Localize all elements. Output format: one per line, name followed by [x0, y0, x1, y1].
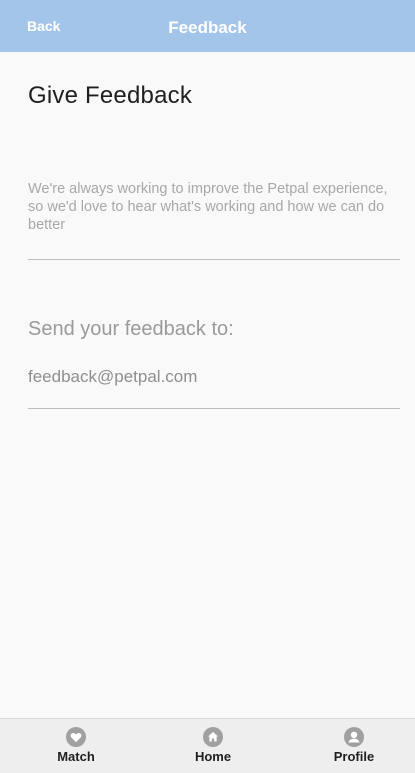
feedback-intro-text: We're always working to improve the Petp…: [28, 181, 388, 233]
page-title: Give Feedback: [28, 82, 193, 109]
tab-profile[interactable]: Profile: [304, 719, 404, 773]
divider: [28, 408, 400, 409]
tab-home[interactable]: Home: [163, 719, 263, 773]
user-icon: [344, 727, 364, 747]
divider: [28, 259, 400, 260]
heart-icon: [66, 727, 86, 747]
home-icon: [203, 727, 223, 747]
back-button[interactable]: Back: [27, 0, 60, 52]
bottom-tab-bar: Match Home Profile: [0, 718, 415, 773]
tab-label: Profile: [333, 749, 375, 764]
app-header: Back Feedback: [0, 0, 415, 52]
tab-label: Home: [194, 749, 232, 764]
feedback-email[interactable]: feedback@petpal.com: [28, 367, 197, 387]
tab-label: Match: [57, 749, 95, 764]
header-title: Feedback: [168, 18, 247, 37]
tab-match[interactable]: Match: [26, 719, 126, 773]
send-feedback-label: Send your feedback to:: [28, 318, 234, 340]
